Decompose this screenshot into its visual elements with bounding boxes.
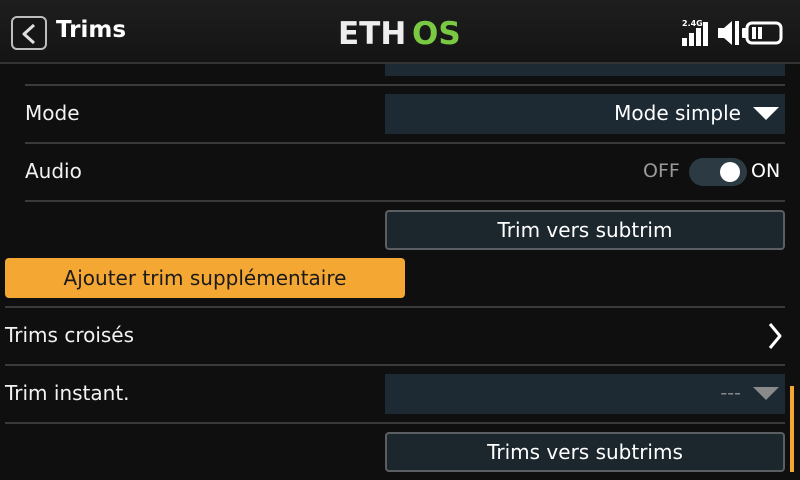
speaker-icon [718, 21, 739, 45]
status-icons [682, 21, 783, 46]
trim-to-subtrim-button[interactable]: Trim vers subtrim [385, 210, 785, 250]
scrolled-field[interactable] [385, 64, 785, 76]
divider [25, 84, 785, 86]
audio-toggle[interactable] [689, 158, 747, 186]
scrollbar-thumb[interactable] [790, 386, 794, 472]
ethos-logo: ETH OS [338, 16, 462, 52]
divider [25, 142, 785, 144]
mode-label: Mode [25, 101, 80, 125]
audio-off-label: OFF [643, 160, 680, 182]
back-button[interactable] [11, 16, 47, 50]
add-extra-trim-button[interactable]: Ajouter trim supplémentaire [5, 258, 405, 298]
logo-text-os: OS [412, 18, 461, 48]
chevron-right-icon [768, 323, 782, 349]
logo-text-eth: ETH [338, 18, 406, 48]
cross-trims-row[interactable]: Trims croisés [0, 308, 790, 364]
divider [5, 422, 785, 424]
instant-trim-dropdown[interactable]: --- [385, 374, 785, 414]
mode-dropdown[interactable]: Mode simple [385, 94, 785, 134]
audio-on-label: ON [751, 160, 781, 182]
page-title: Trims [56, 17, 127, 43]
audio-label: Audio [25, 159, 82, 183]
header-bar: Trims ETH OS 2.4G [0, 0, 800, 64]
toggle-knob [720, 162, 740, 182]
cross-trims-label: Trims croisés [5, 323, 135, 347]
instant-trim-label: Trim instant. [5, 381, 130, 405]
signal-bars-icon [682, 22, 708, 46]
divider [25, 200, 785, 202]
chevron-down-icon [753, 107, 779, 120]
instant-trim-value: --- [720, 382, 741, 404]
mode-value: Mode simple [614, 101, 741, 125]
chevron-down-icon [753, 387, 779, 400]
back-arrow-icon [22, 23, 36, 45]
trims-to-subtrims-button[interactable]: Trims vers subtrims [385, 432, 785, 472]
battery-icon [742, 21, 783, 45]
divider [5, 364, 785, 366]
